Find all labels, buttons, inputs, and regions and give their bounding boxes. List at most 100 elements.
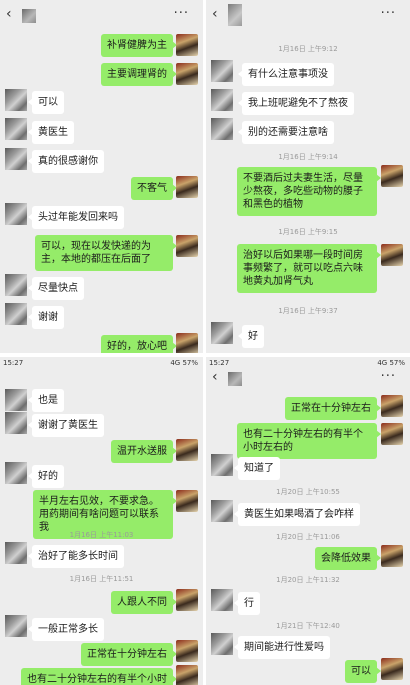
message-bubble[interactable]: 温开水送服 <box>111 440 177 463</box>
message-timestamp: 1月16日 上午9:12 <box>278 45 338 53</box>
doctor-avatar[interactable] <box>381 545 403 567</box>
doctor-avatar[interactable] <box>381 165 403 187</box>
patient-avatar[interactable] <box>5 462 27 484</box>
patient-avatar[interactable] <box>211 589 233 611</box>
back-icon[interactable]: ‹ <box>212 369 218 385</box>
message-bubble[interactable]: 好的，放心吧 <box>101 335 177 353</box>
message-timestamp: 1月20日 上午11:32 <box>276 576 340 584</box>
message-bubble[interactable]: 补肾健脾为主 <box>101 34 177 57</box>
message-timestamp: 1月16日 上午9:14 <box>278 153 338 161</box>
doctor-avatar[interactable] <box>176 439 198 461</box>
message-bubble[interactable]: 有什么注意事项没 <box>238 63 334 86</box>
back-icon[interactable]: ‹ <box>212 6 218 22</box>
patient-avatar[interactable] <box>5 89 27 111</box>
message-bubble[interactable]: 可以 <box>28 91 64 114</box>
message-bubble[interactable]: 一般正常多长 <box>28 618 104 641</box>
more-icon[interactable]: ··· <box>381 6 396 21</box>
message-timestamp: 1月16日 上午11:03 <box>69 531 134 539</box>
message-bubble[interactable]: 好 <box>238 325 264 348</box>
doctor-avatar[interactable] <box>176 640 198 662</box>
message-bubble[interactable]: 好的 <box>28 465 64 488</box>
message-timestamp: 1月16日 上午11:51 <box>69 575 134 583</box>
message-bubble[interactable]: 尽量快点 <box>28 277 84 300</box>
message-bubble[interactable]: 谢谢了黄医生 <box>28 414 104 437</box>
more-icon[interactable]: ··· <box>174 6 189 21</box>
doctor-avatar[interactable] <box>176 63 198 85</box>
message-bubble[interactable]: 期间能进行性爱吗 <box>234 636 330 659</box>
doctor-avatar[interactable] <box>381 244 403 266</box>
status-time: 15:27 <box>209 359 230 367</box>
message-bubble[interactable]: 主要调理肾的 <box>101 63 177 86</box>
message-bubble[interactable]: 可以 <box>345 660 381 683</box>
message-bubble[interactable]: 行 <box>234 592 260 615</box>
contact-name-blurred <box>228 372 242 386</box>
patient-avatar[interactable] <box>211 633 233 655</box>
message-bubble[interactable]: 可以，现在以发快递的为主，本地的都压在后面了 <box>35 235 177 271</box>
doctor-avatar[interactable] <box>176 176 198 198</box>
message-bubble[interactable]: 治好以后如果哪一段时间房事频繁了，就可以吃点六味地黄丸加肾气丸 <box>237 244 381 293</box>
message-timestamp: 1月21日 下午12:40 <box>276 622 340 630</box>
chat-panel-2: ‹ ··· 1月16日 上午9:12 有什么注意事项没 我上班呢避免不了熬夜 别… <box>206 0 410 353</box>
doctor-avatar[interactable] <box>176 665 198 685</box>
doctor-avatar[interactable] <box>381 395 403 417</box>
chat-header: ‹ ··· <box>206 369 410 393</box>
patient-avatar[interactable] <box>211 89 233 111</box>
message-bubble[interactable]: 别的还需要注意啥 <box>238 121 334 144</box>
doctor-avatar[interactable] <box>381 423 403 445</box>
message-bubble[interactable]: 也有二十分钟左右的有半个小时 <box>21 668 177 685</box>
chat-panel-4: 15:27 4G 57% ‹ ··· 正常在十分钟左右 也有二十分钟左右的有半个… <box>206 357 410 685</box>
patient-avatar[interactable] <box>5 542 27 564</box>
chat-panel-1: ‹ ··· 补肾健脾为主 主要调理肾的 可以 黄医生 真的很感谢你 不客气 头过… <box>0 0 203 353</box>
contact-name-blurred <box>228 4 242 26</box>
doctor-avatar[interactable] <box>176 34 198 56</box>
message-bubble[interactable]: 不要酒后过夫妻生活，尽量少熬夜，多吃些动物的腰子和黑色的植物 <box>237 167 381 216</box>
message-timestamp: 1月20日 上午10:55 <box>276 488 340 496</box>
message-bubble[interactable]: 知道了 <box>234 457 280 480</box>
more-icon[interactable]: ··· <box>381 369 396 384</box>
status-time: 15:27 <box>3 359 24 367</box>
doctor-avatar[interactable] <box>176 333 198 353</box>
battery-level: 57% <box>182 359 198 367</box>
chat-header: ‹ ··· <box>206 0 410 30</box>
message-bubble[interactable]: 不客气 <box>131 177 177 200</box>
patient-avatar[interactable] <box>5 412 27 434</box>
patient-avatar[interactable] <box>5 118 27 140</box>
patient-avatar[interactable] <box>211 322 233 344</box>
chat-panel-3: 15:27 4G 57% 也是 谢谢了黄医生 温开水送服 好的 半月左右见效，不… <box>0 357 203 685</box>
message-bubble[interactable]: 我上班呢避免不了熬夜 <box>238 92 354 115</box>
patient-avatar[interactable] <box>211 454 233 476</box>
message-timestamp: 1月16日 上午9:15 <box>278 228 338 236</box>
message-bubble[interactable]: 头过年能发回来吗 <box>28 206 124 229</box>
status-bar: 15:27 4G 57% <box>206 357 410 369</box>
status-bar: 15:27 4G 57% <box>0 357 203 369</box>
doctor-avatar[interactable] <box>176 490 198 512</box>
back-icon[interactable]: ‹ <box>6 6 12 22</box>
patient-avatar[interactable] <box>5 203 27 225</box>
patient-avatar[interactable] <box>5 389 27 411</box>
patient-avatar[interactable] <box>5 615 27 637</box>
patient-avatar[interactable] <box>5 303 27 325</box>
message-bubble[interactable]: 人跟人不同 <box>111 591 177 614</box>
message-bubble[interactable]: 治好了能多长时间 <box>28 545 124 568</box>
message-bubble[interactable]: 正常在十分钟左右 <box>285 397 381 420</box>
message-bubble[interactable]: 正常在十分钟左右 <box>81 643 177 666</box>
doctor-avatar[interactable] <box>381 658 403 680</box>
message-timestamp: 1月16日 上午9:37 <box>278 307 338 315</box>
contact-name-blurred <box>22 9 36 23</box>
doctor-avatar[interactable] <box>176 235 198 257</box>
doctor-avatar[interactable] <box>176 589 198 611</box>
signal-icon: 4G <box>377 359 388 367</box>
message-bubble[interactable]: 会降低效果 <box>315 547 381 570</box>
message-bubble[interactable]: 真的很感谢你 <box>28 150 104 173</box>
message-bubble[interactable]: 黄医生如果喝酒了会咋样 <box>234 503 360 526</box>
message-bubble[interactable]: 也是 <box>28 389 64 412</box>
message-bubble[interactable]: 谢谢 <box>28 306 64 329</box>
message-bubble[interactable]: 也有二十分钟左右的有半个小时左右的 <box>237 423 381 459</box>
patient-avatar[interactable] <box>5 148 27 170</box>
patient-avatar[interactable] <box>5 274 27 296</box>
message-bubble[interactable]: 黄医生 <box>28 121 74 144</box>
patient-avatar[interactable] <box>211 500 233 522</box>
patient-avatar[interactable] <box>211 60 233 82</box>
battery-level: 57% <box>389 359 405 367</box>
patient-avatar[interactable] <box>211 118 233 140</box>
